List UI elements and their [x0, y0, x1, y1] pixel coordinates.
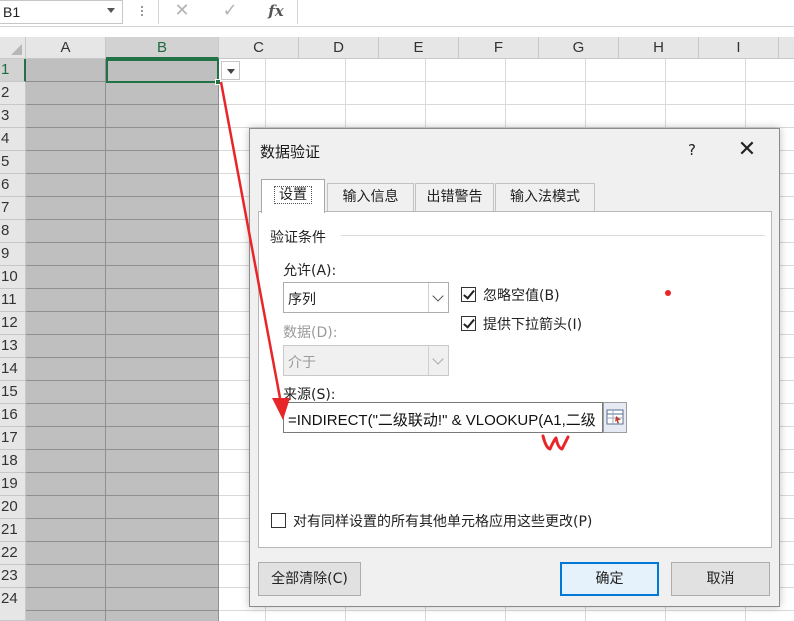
tab-input-message[interactable]: 输入信息	[327, 183, 414, 212]
row-header-17[interactable]: 17	[0, 427, 26, 450]
column-header-f[interactable]: F	[459, 37, 539, 59]
row-header-13[interactable]: 13	[0, 335, 26, 358]
chevron-down-icon	[432, 353, 444, 365]
cancel-icon[interactable]: ✕	[167, 0, 197, 24]
apply-all-label[interactable]: 对有同样设置的所有其他单元格应用这些更改(P)	[293, 511, 592, 531]
row-header-14[interactable]: 14	[0, 358, 26, 381]
formula-bar: B1 ✕ ✓ fx	[0, 0, 794, 27]
ignore-blank-label[interactable]: 忽略空值(B)	[483, 285, 560, 305]
allow-select-value: 序列	[288, 292, 316, 308]
row-header-1[interactable]: 1	[0, 59, 26, 82]
tab-settings-label: 设置	[274, 186, 312, 204]
apply-all-checkbox[interactable]	[271, 513, 286, 528]
select-all-icon	[11, 44, 22, 55]
formula-bar-buttons: ✕ ✓ fx	[158, 0, 298, 24]
data-label: 数据(D):	[283, 325, 338, 341]
row-header-7[interactable]: 7	[0, 197, 26, 220]
group-divider	[341, 235, 765, 236]
row-header-2[interactable]: 2	[0, 82, 26, 105]
group-title: 验证条件	[270, 230, 326, 246]
row-header-11[interactable]: 11	[0, 289, 26, 312]
chevron-down-icon[interactable]	[107, 8, 115, 13]
column-header-g[interactable]: G	[539, 37, 619, 59]
chevron-down-icon	[432, 290, 444, 302]
collapse-dialog-button[interactable]	[603, 402, 627, 433]
clear-all-button[interactable]: 全部清除(C)	[258, 562, 361, 596]
row-header-10[interactable]: 10	[0, 266, 26, 289]
column-header-h[interactable]: H	[619, 37, 699, 59]
column-header-b[interactable]: B	[106, 37, 219, 59]
column-header-c[interactable]: C	[219, 37, 299, 59]
data-select-value: 介于	[288, 355, 316, 371]
column-header-a[interactable]: A	[26, 37, 106, 59]
data-select: 介于	[283, 345, 449, 376]
allow-label: 允许(A):	[283, 263, 337, 279]
row-header-5[interactable]: 5	[0, 151, 26, 174]
ok-button[interactable]: 确定	[560, 562, 659, 596]
allow-select[interactable]: 序列	[283, 282, 449, 313]
chevron-down-icon	[227, 69, 235, 74]
cell-dropdown-button[interactable]	[221, 61, 240, 80]
formula-input[interactable]	[300, 0, 794, 24]
row-header-12[interactable]: 12	[0, 312, 26, 335]
row-header-21[interactable]: 21	[0, 519, 26, 542]
row-header-8[interactable]: 8	[0, 220, 26, 243]
row-header-6[interactable]: 6	[0, 174, 26, 197]
name-box[interactable]: B1	[0, 0, 123, 24]
row-header-9[interactable]: 9	[0, 243, 26, 266]
row-header-18[interactable]: 18	[0, 450, 26, 473]
source-label: 来源(S):	[283, 387, 336, 403]
cancel-button[interactable]: 取消	[671, 562, 770, 596]
column-a-shaded-cells[interactable]	[26, 59, 106, 621]
active-cell-b1[interactable]	[106, 59, 219, 83]
column-header-e[interactable]: E	[379, 37, 459, 59]
help-button[interactable]: ?	[682, 139, 702, 161]
row-header-24[interactable]: 24	[0, 588, 26, 621]
grip-icon[interactable]	[140, 4, 144, 20]
column-header-j[interactable]	[779, 37, 794, 59]
data-select-button	[428, 346, 448, 375]
row-header-4[interactable]: 4	[0, 128, 26, 151]
tab-settings[interactable]: 设置	[261, 179, 325, 213]
data-validation-dialog: 数据验证 ? ✕ 设置 输入信息 出错警告 输入法模式 验证条件 允许(A): …	[249, 128, 780, 607]
insert-function-icon[interactable]: fx	[261, 0, 291, 24]
column-header-i[interactable]: I	[699, 37, 779, 59]
row-header-3[interactable]: 3	[0, 105, 26, 128]
in-cell-dropdown-label[interactable]: 提供下拉箭头(I)	[483, 314, 582, 334]
row-header-23[interactable]: 23	[0, 565, 26, 588]
column-header-d[interactable]: D	[299, 37, 379, 59]
tab-ime-mode[interactable]: 输入法模式	[495, 183, 595, 212]
source-input[interactable]: =INDIRECT("二级联动!" & VLOOKUP(A1,二级	[283, 402, 603, 433]
row-header-15[interactable]: 15	[0, 381, 26, 404]
row-header-19[interactable]: 19	[0, 473, 26, 496]
ignore-blank-checkbox[interactable]	[461, 287, 476, 302]
enter-icon[interactable]: ✓	[215, 0, 245, 24]
column-b-shaded-cells[interactable]	[106, 59, 219, 621]
settings-panel: 验证条件 允许(A): 序列 数据(D): 介于 忽略空值(B) 提供下拉箭头(…	[258, 211, 772, 548]
row-header-20[interactable]: 20	[0, 496, 26, 519]
allow-select-button[interactable]	[428, 283, 448, 312]
name-box-value: B1	[3, 4, 21, 20]
tab-error-alert[interactable]: 出错警告	[415, 183, 494, 212]
row-header-22[interactable]: 22	[0, 542, 26, 565]
source-input-value: =INDIRECT("二级联动!" & VLOOKUP(A1,二级	[288, 412, 596, 429]
dialog-title: 数据验证	[260, 143, 321, 161]
close-button[interactable]: ✕	[734, 137, 760, 163]
row-header-16[interactable]: 16	[0, 404, 26, 427]
in-cell-dropdown-checkbox[interactable]	[461, 316, 476, 331]
select-all-button[interactable]	[0, 37, 26, 59]
range-select-icon	[606, 409, 624, 425]
